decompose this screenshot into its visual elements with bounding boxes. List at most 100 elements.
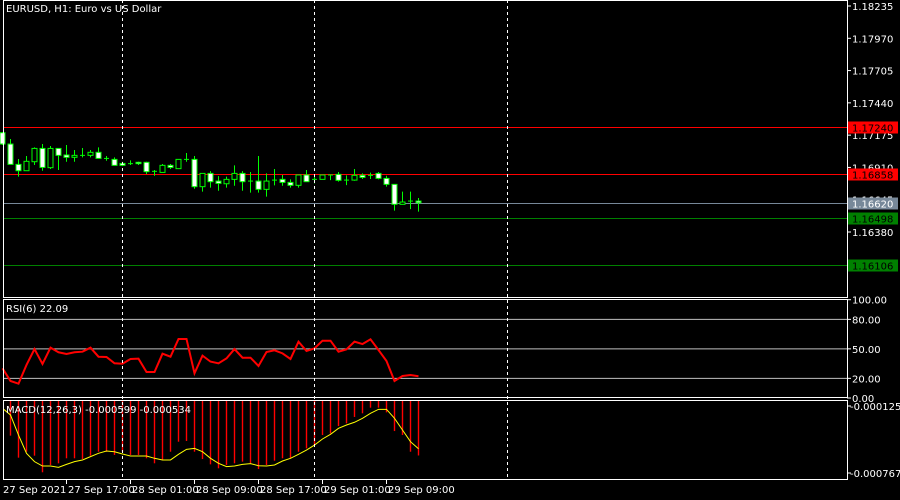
candle-bull-body — [47, 147, 54, 169]
candle-bull-body — [159, 164, 166, 173]
price-level-tag-label: 1.16106 — [852, 262, 893, 273]
candle-bull-body — [351, 174, 358, 181]
price-level-tag-label: 1.16498 — [852, 215, 893, 226]
time-tick-label: 29 Sep 01:00 — [324, 485, 391, 496]
candle-bull-body — [23, 160, 30, 172]
candle-bear-body — [191, 158, 198, 188]
candle-bear-body — [383, 177, 390, 185]
candle-bear-body — [335, 173, 342, 181]
candle-bull-body — [31, 147, 38, 163]
candle-bear-body — [55, 147, 62, 156]
candle-bull-body — [399, 201, 406, 205]
candle-bull-body — [199, 172, 206, 188]
candle — [231, 165, 238, 186]
candle — [95, 147, 102, 159]
candle-bull-body — [319, 174, 326, 180]
price-tick-label: 1.18235 — [852, 2, 893, 13]
candle — [47, 145, 54, 170]
candle-bear-body — [359, 174, 366, 178]
rsi-tick-label: 80.00 — [852, 315, 881, 326]
time-tick-label: 28 Sep 01:00 — [132, 485, 199, 496]
candle — [408, 191, 413, 210]
candle — [39, 144, 46, 171]
candle — [272, 169, 277, 186]
candle-bull-body — [295, 174, 302, 186]
chart-title: EURUSD, H1: Euro vs US Dollar — [6, 4, 162, 15]
rsi-line — [1, 337, 419, 385]
price-panel[interactable] — [0, 127, 847, 266]
candle-bear-body — [303, 174, 310, 183]
candle-bull-body — [71, 154, 78, 158]
price-tick-label: 1.17440 — [852, 99, 893, 110]
candle — [143, 161, 150, 175]
candle — [351, 169, 358, 181]
candle — [63, 145, 70, 162]
candle — [23, 155, 30, 172]
candle — [0, 131, 6, 146]
time-tick-label: 28 Sep 09:00 — [196, 485, 263, 496]
candle — [71, 150, 78, 162]
candle — [175, 158, 182, 170]
time-tick-label: 27 Sep 2021 — [3, 485, 66, 496]
candle-bear-body — [375, 172, 382, 179]
axes: 1.182351.179701.177051.174401.171751.169… — [3, 0, 900, 496]
candle-bear-body — [15, 163, 22, 172]
candle — [295, 174, 302, 188]
candle-bear-body — [287, 181, 294, 186]
candle — [248, 172, 253, 193]
macd-label: MACD(12,26,3) -0.000599 -0.000534 — [6, 405, 191, 416]
candle-bear-body — [143, 161, 150, 173]
candle — [111, 157, 118, 166]
time-tick-label: 29 Sep 09:00 — [388, 485, 455, 496]
candle — [303, 169, 310, 183]
candle-bear-body — [7, 143, 14, 165]
candle — [199, 172, 206, 192]
price-panel-border — [3, 0, 848, 298]
candle — [31, 147, 38, 165]
candle-bear-body — [255, 180, 262, 190]
candle — [328, 174, 333, 181]
rsi-panel[interactable] — [1, 318, 848, 385]
candle-bear-body — [215, 180, 222, 184]
candle-bear-body — [111, 158, 118, 166]
candle — [184, 153, 189, 162]
rsi-tick-label: 50.00 — [852, 345, 881, 356]
candle-bull-body — [263, 180, 270, 190]
candle — [55, 147, 62, 170]
candle — [391, 183, 398, 211]
candle-bear-body — [167, 164, 174, 168]
candle — [344, 175, 349, 186]
rsi-label: RSI(6) 22.09 — [6, 304, 68, 315]
candle-bear-body — [279, 178, 286, 183]
trading-chart[interactable]: 1.182351.179701.177051.174401.171751.169… — [0, 0, 900, 500]
candle-bull-body — [87, 151, 94, 156]
candle — [80, 148, 85, 158]
candle — [399, 191, 406, 205]
candle — [263, 173, 270, 197]
candle — [335, 172, 342, 182]
candle-bear-body — [63, 154, 70, 158]
candle — [375, 172, 382, 180]
rsi-tick-label: 100.00 — [852, 296, 887, 307]
price-level-tag-label: 1.16620 — [852, 200, 893, 211]
candle-bear-body — [239, 172, 246, 183]
candle — [239, 171, 246, 191]
time-tick-label: 28 Sep 17:00 — [260, 485, 327, 496]
candle-bull-body — [231, 172, 238, 180]
macd-tick-label: -0.000767 — [850, 469, 900, 480]
candle — [287, 179, 294, 188]
candle — [128, 160, 133, 165]
candle — [223, 176, 230, 188]
candle — [159, 164, 166, 173]
candle — [167, 164, 174, 170]
price-tick-label: 1.16380 — [852, 228, 893, 239]
candle — [319, 174, 326, 180]
price-tick-label: 1.17705 — [852, 67, 893, 78]
candle — [368, 172, 373, 179]
candle — [207, 171, 214, 188]
macd-tick-label: -0.000125 — [850, 402, 900, 413]
candle — [191, 155, 198, 189]
candle — [215, 176, 222, 191]
candle-bull-body — [175, 158, 182, 170]
candle — [87, 150, 94, 158]
